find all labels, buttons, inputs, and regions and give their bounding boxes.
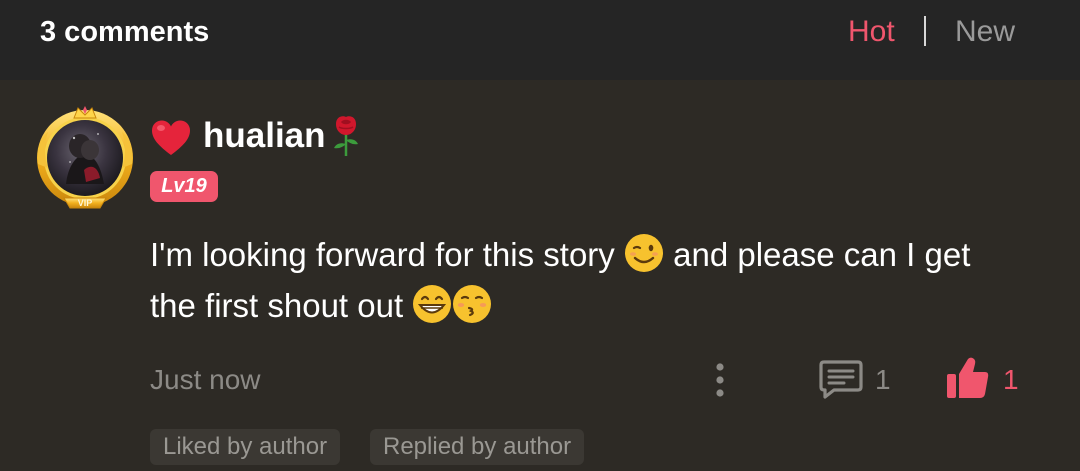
comments-count: 3 comments	[40, 16, 210, 48]
replied-by-author-tag: Replied by author	[370, 429, 585, 465]
more-vertical-icon[interactable]	[708, 360, 732, 400]
avatar[interactable]: VIP	[30, 104, 142, 212]
sort-divider	[924, 16, 926, 46]
comment-text-line2: the first shout out	[150, 287, 404, 324]
comment-icon[interactable]	[818, 358, 864, 400]
comment-timestamp: Just now	[150, 364, 261, 395]
heart-icon	[152, 120, 190, 155]
sort-hot-tab[interactable]: Hot	[848, 14, 895, 50]
comment-text: I'm looking forward for this story and p…	[150, 229, 1050, 331]
reply-count: 1	[875, 364, 891, 395]
svg-text:VIP: VIP	[78, 198, 93, 208]
rose-icon	[334, 116, 358, 156]
liked-by-author-tag: Liked by author	[150, 429, 341, 465]
winking-face-icon	[624, 234, 663, 272]
thumbs-up-icon[interactable]	[944, 356, 990, 400]
comment-text-line1b: and please can I get	[673, 236, 971, 273]
grinning-face-icon	[413, 285, 452, 323]
username[interactable]: hualian	[203, 114, 326, 158]
comments-header: 3 comments Hot New	[0, 0, 1080, 80]
like-count: 1	[1003, 364, 1019, 395]
vip-avatar-frame-icon: VIP	[37, 106, 133, 209]
level-badge: Lv19	[150, 171, 218, 202]
kissing-face-icon	[453, 285, 492, 323]
comment-text-line1: I'm looking forward for this story	[150, 236, 615, 273]
sort-new-tab[interactable]: New	[955, 14, 1015, 50]
